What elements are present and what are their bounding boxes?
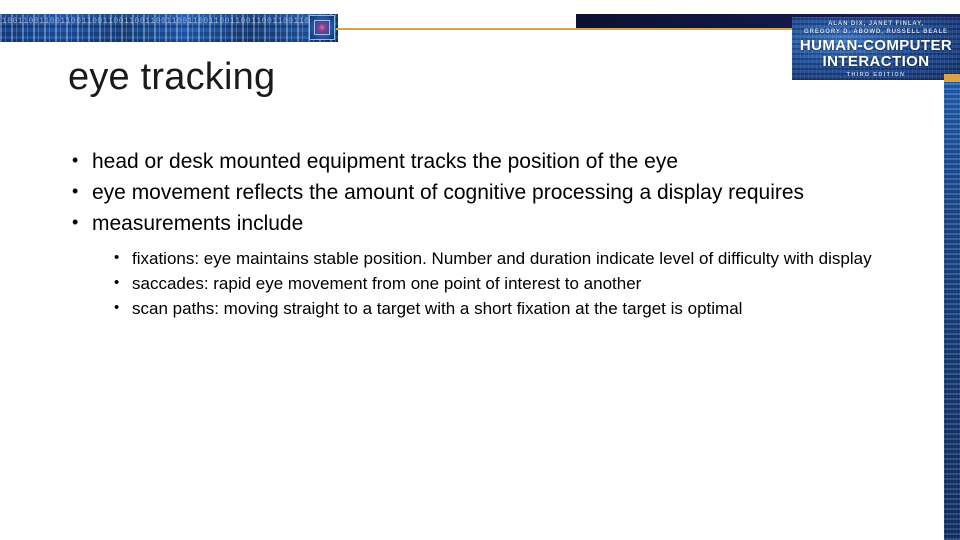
right-decorative-strip [944,82,960,540]
bullet-item: eye movement reflects the amount of cogn… [60,176,890,208]
slide-title: eye tracking [68,56,276,98]
bullet-item: measurements include [60,207,890,239]
sub-bullet-list: fixations: eye maintains stable position… [60,245,890,321]
book-title-line-1: HUMAN-COMPUTER [799,37,953,54]
banner-binary-text: 1001100110011001100110011001100110011001… [2,17,314,26]
book-edition-label: THIRD EDITION [846,72,906,78]
bullet-item: head or desk mounted equipment tracks th… [60,145,890,177]
sub-bullet-item: scan paths: moving straight to a target … [110,295,890,321]
sub-bullet-item: fixations: eye maintains stable position… [110,245,890,271]
book-authors-line-2: GREGORY D. ABOWD, RUSSELL BEALE [804,29,948,35]
book-authors-line-1: ALAN DIX, JANET FINLAY, [828,21,924,27]
binary-banner: 1001100110011001100110011001100110011001… [0,14,338,42]
sub-bullet-item: saccades: rapid eye movement from one po… [110,270,890,296]
presentation-slide: 1001100110011001100110011001100110011001… [0,0,960,540]
right-strip-gold-cap [944,74,960,82]
chip-icon [309,15,335,40]
slide-body: head or desk mounted equipment tracks th… [60,145,890,321]
book-title-line-2: INTERACTION [822,53,930,70]
book-cover-image: ALAN DIX, JANET FINLAY, GREGORY D. ABOWD… [792,17,960,80]
